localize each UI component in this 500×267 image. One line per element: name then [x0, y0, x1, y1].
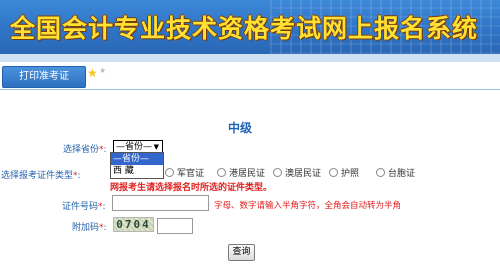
section-title: 中级	[227, 121, 252, 135]
radio-button[interactable]	[329, 168, 338, 177]
captcha-label: 附加码*:	[72, 220, 107, 233]
id-number-label-text: 证件号码	[62, 202, 99, 212]
radio-label: 台胞证	[388, 169, 416, 179]
id-type-radio-taiwan[interactable]: 台胞证	[376, 166, 415, 179]
colon: :	[77, 171, 81, 181]
radio-label: 军官证	[177, 169, 205, 179]
id-type-radio-military[interactable]: 军官证	[165, 166, 204, 179]
radio-button[interactable]	[165, 168, 174, 177]
captcha-input[interactable]	[157, 218, 193, 234]
id-number-input[interactable]	[112, 195, 209, 211]
colon: :	[103, 223, 107, 233]
id-type-radio-macau[interactable]: 澳居民证	[273, 166, 321, 179]
province-option[interactable]: 西 藏	[111, 165, 163, 177]
province-select-value: —省份—	[116, 142, 153, 152]
tab-divider	[0, 89, 500, 90]
colon: :	[103, 145, 107, 155]
id-type-radio-passport[interactable]: 护照	[329, 166, 359, 179]
id-type-radio-hk[interactable]: 港居民证	[217, 166, 265, 179]
header-strip	[0, 54, 500, 62]
province-label: 选择省份*:	[63, 142, 107, 155]
query-button[interactable]: 查询	[228, 244, 255, 261]
colon: :	[102, 202, 106, 212]
province-dropdown[interactable]: —省份— 西 藏	[110, 152, 164, 179]
captcha-image[interactable]: 0704	[113, 217, 154, 232]
radio-label: 澳居民证	[285, 169, 322, 179]
id-type-label: 选择报考证件类型*:	[1, 168, 81, 181]
radio-button[interactable]	[217, 168, 226, 177]
radio-label: 港居民证	[229, 169, 266, 179]
radio-label: 护照	[341, 169, 360, 179]
province-option[interactable]: —省份—	[111, 153, 163, 165]
id-number-hint: 字母、数字请输入半角字符，全角会自动转为半角	[214, 201, 402, 211]
id-number-label: 证件号码*:	[62, 199, 106, 212]
province-label-text: 选择省份	[63, 145, 100, 155]
tab-print-admission-ticket[interactable]: 打印准考证	[2, 66, 86, 88]
header-banner: 全国会计专业技术资格考试网上报名系统	[0, 0, 500, 54]
radio-button[interactable]	[376, 168, 385, 177]
small-star-icon: ★	[99, 66, 107, 75]
radio-button[interactable]	[273, 168, 282, 177]
id-type-label-text: 选择报考证件类型	[1, 171, 74, 181]
id-type-warning: 网报考生请选择报名时所选的证件类型。	[110, 183, 273, 193]
app-title: 全国会计专业技术资格考试网上报名系统	[10, 14, 479, 43]
star-icon: ★	[87, 66, 98, 80]
captcha-label-text: 附加码	[72, 223, 100, 233]
